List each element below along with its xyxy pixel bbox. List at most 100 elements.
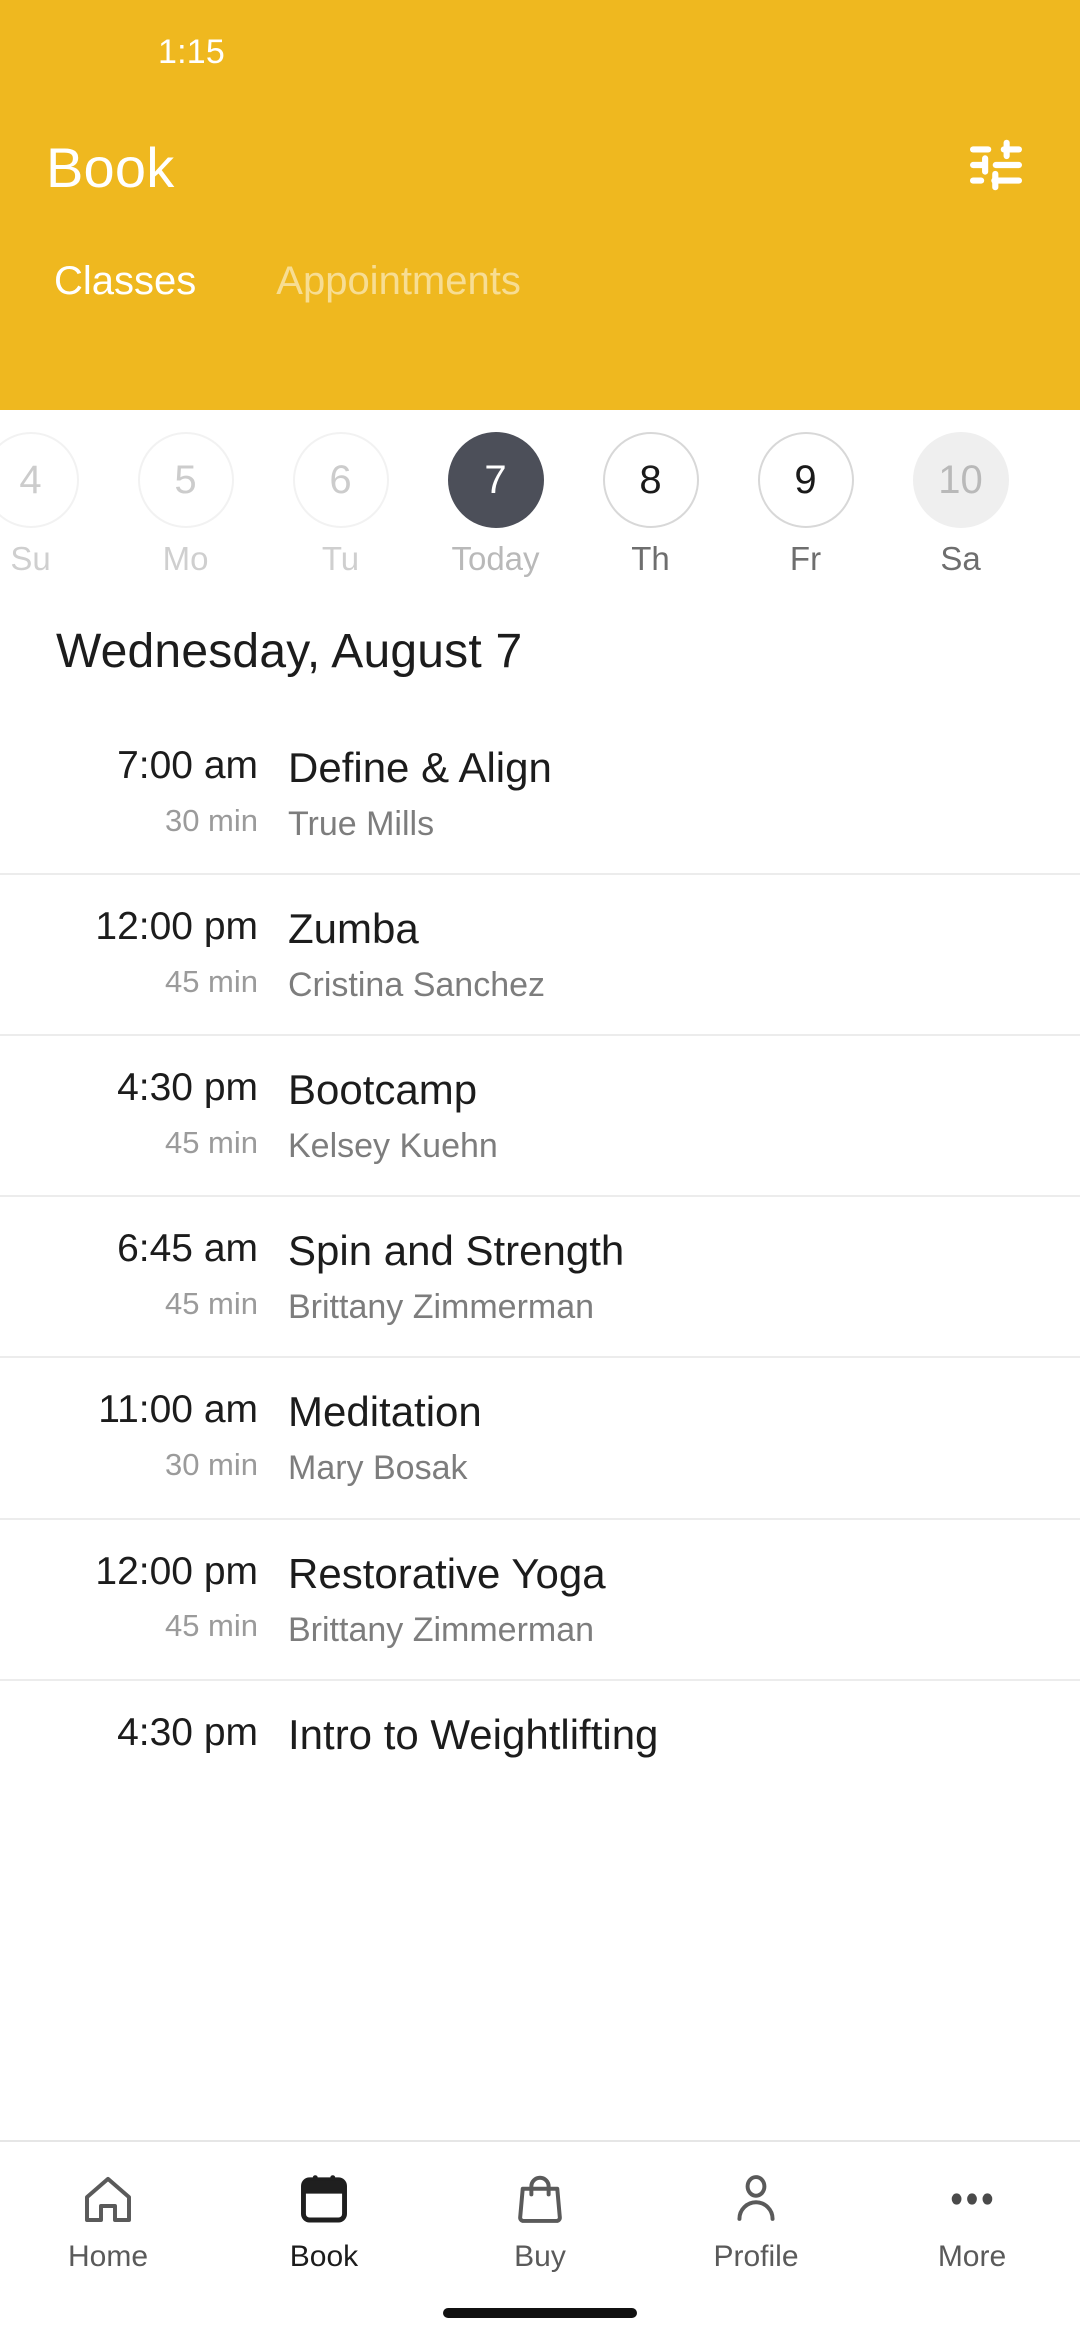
app-bar: Book (0, 100, 1080, 235)
date-chip-number: 4 (0, 432, 79, 528)
class-list: 7:00 am 30 min Define & Align True Mills… (0, 714, 1080, 1812)
class-info-column: Bootcamp Kelsey Kuehn (286, 1066, 1024, 1165)
schedule-content[interactable]: Wednesday, August 7 7:00 am 30 min Defin… (0, 590, 1080, 2340)
nav-item-more[interactable]: More (864, 2168, 1080, 2272)
app-header: 1:15 Book Classes Appointments (0, 0, 1080, 410)
class-instructor: True Mills (288, 805, 435, 844)
date-chip-weekday: Today (451, 540, 540, 577)
class-list-item[interactable]: 7:00 am 30 min Define & Align True Mills (0, 714, 1080, 873)
date-chip-number: 5 (137, 432, 234, 528)
nav-label-more: More (937, 2240, 1007, 2273)
class-instructor: Brittany Zimmerman (288, 1288, 595, 1327)
date-chip-number: 8 (602, 432, 699, 528)
class-info-column: Zumba Cristina Sanchez (286, 905, 1024, 1004)
home-icon (80, 2168, 136, 2230)
date-chip-9[interactable]: 9 Fr (728, 432, 883, 575)
date-chip-8[interactable]: 8 Th (573, 432, 728, 575)
ellipsis-icon (944, 2168, 1000, 2230)
class-time-column: 12:00 pm 45 min (56, 1550, 286, 1644)
class-name: Zumba (288, 905, 419, 953)
class-duration: 30 min (164, 1447, 258, 1483)
bottom-navigation: Home Book Buy Profile More (0, 2140, 1080, 2340)
date-chip-number: 7 (447, 432, 544, 528)
class-start-time: 12:00 pm (95, 905, 258, 949)
date-chip-6[interactable]: 6 Tu (263, 432, 418, 575)
class-duration: 45 min (164, 1286, 258, 1322)
class-info-column: Meditation Mary Bosak (286, 1388, 1024, 1487)
class-name: Bootcamp (288, 1066, 478, 1114)
class-list-item[interactable]: 12:00 pm 45 min Zumba Cristina Sanchez (0, 873, 1080, 1034)
page-title: Book (46, 135, 175, 199)
header-tabs: Classes Appointments (0, 235, 1080, 345)
class-time-column: 12:00 pm 45 min (56, 905, 286, 999)
person-icon (728, 2168, 784, 2230)
class-time-column: 4:30 pm 45 min (56, 1066, 286, 1160)
class-instructor: Cristina Sanchez (288, 966, 546, 1005)
class-name: Spin and Strength (288, 1227, 625, 1275)
tab-classes[interactable]: Classes (34, 261, 216, 345)
home-indicator (443, 2308, 637, 2318)
date-chip-number: 10 (912, 432, 1009, 528)
class-start-time: 6:45 am (117, 1227, 258, 1271)
class-duration: 45 min (164, 1125, 258, 1161)
filter-tune-icon (967, 139, 1025, 196)
date-chip-10[interactable]: 10 Sa (883, 432, 1038, 575)
tab-appointments[interactable]: Appointments (256, 261, 541, 345)
class-time-column: 6:45 am 45 min (56, 1227, 286, 1321)
date-chip-weekday: Fr (789, 540, 822, 577)
class-name: Intro to Weightlifting (288, 1710, 659, 1758)
class-time-column: 7:00 am 30 min (56, 744, 286, 838)
date-chip-weekday: Sa (940, 540, 981, 577)
date-chip-7-today[interactable]: 7 Today (418, 432, 573, 575)
class-time-column: 4:30 pm (56, 1711, 286, 1770)
date-chip-number: 6 (292, 432, 389, 528)
class-start-time: 4:30 pm (117, 1066, 258, 1110)
nav-label-book: Book (289, 2240, 359, 2273)
class-duration: 30 min (164, 802, 258, 838)
nav-item-buy[interactable]: Buy (432, 2168, 648, 2272)
status-bar: 1:15 (0, 0, 1080, 100)
class-instructor: Mary Bosak (288, 1449, 468, 1488)
nav-label-profile: Profile (713, 2240, 799, 2273)
date-chip-weekday: Tu (321, 540, 360, 577)
date-chip-weekday: Mo (162, 540, 209, 577)
filter-button[interactable] (960, 132, 1032, 204)
class-name: Meditation (288, 1388, 482, 1436)
class-list-item[interactable]: 6:45 am 45 min Spin and Strength Brittan… (0, 1195, 1080, 1356)
class-list-item[interactable]: 11:00 am 30 min Meditation Mary Bosak (0, 1356, 1080, 1517)
class-info-column: Intro to Weightlifting (286, 1711, 1024, 1772)
date-chip-weekday: Th (631, 540, 670, 577)
class-list-item[interactable]: 4:30 pm Intro to Weightlifting (0, 1678, 1080, 1812)
class-info-column: Define & Align True Mills (286, 744, 1024, 843)
class-start-time: 11:00 am (98, 1388, 258, 1432)
class-list-item[interactable]: 4:30 pm 45 min Bootcamp Kelsey Kuehn (0, 1034, 1080, 1195)
class-duration: 45 min (164, 963, 258, 999)
schedule-date-heading: Wednesday, August 7 (56, 625, 523, 678)
class-start-time: 7:00 am (117, 744, 258, 787)
class-start-time: 4:30 pm (117, 1710, 258, 1754)
status-bar-clock: 1:15 (158, 33, 225, 71)
class-list-item[interactable]: 12:00 pm 45 min Restorative Yoga Brittan… (0, 1517, 1080, 1679)
class-instructor: Brittany Zimmerman (288, 1610, 595, 1649)
class-name: Define & Align (288, 744, 552, 791)
class-instructor: Kelsey Kuehn (288, 1127, 498, 1166)
nav-label-buy: Buy (514, 2240, 566, 2273)
nav-item-book[interactable]: Book (216, 2168, 432, 2272)
date-strip[interactable]: 4 Su 5 Mo 6 Tu 7 Today 8 Th 9 Fr 10 Sa (0, 410, 1080, 590)
nav-item-home[interactable]: Home (0, 2168, 216, 2272)
nav-label-home: Home (67, 2240, 149, 2273)
class-duration: 45 min (164, 1608, 258, 1644)
class-info-column: Spin and Strength Brittany Zimmerman (286, 1227, 1024, 1326)
nav-item-profile[interactable]: Profile (648, 2168, 864, 2272)
date-chip-number: 9 (757, 432, 854, 528)
date-chip-weekday: Su (10, 540, 51, 577)
bag-icon (512, 2168, 568, 2230)
class-start-time: 12:00 pm (95, 1549, 258, 1593)
class-info-column: Restorative Yoga Brittany Zimmerman (286, 1550, 1024, 1649)
class-time-column: 11:00 am 30 min (56, 1388, 286, 1482)
date-chip-4[interactable]: 4 Su (0, 432, 108, 575)
calendar-icon (296, 2168, 352, 2230)
date-chip-5[interactable]: 5 Mo (108, 432, 263, 575)
class-name: Restorative Yoga (288, 1549, 606, 1597)
app-screen: 1:15 Book Classes Appointments 4 Su 5 Mo… (0, 0, 1080, 2340)
